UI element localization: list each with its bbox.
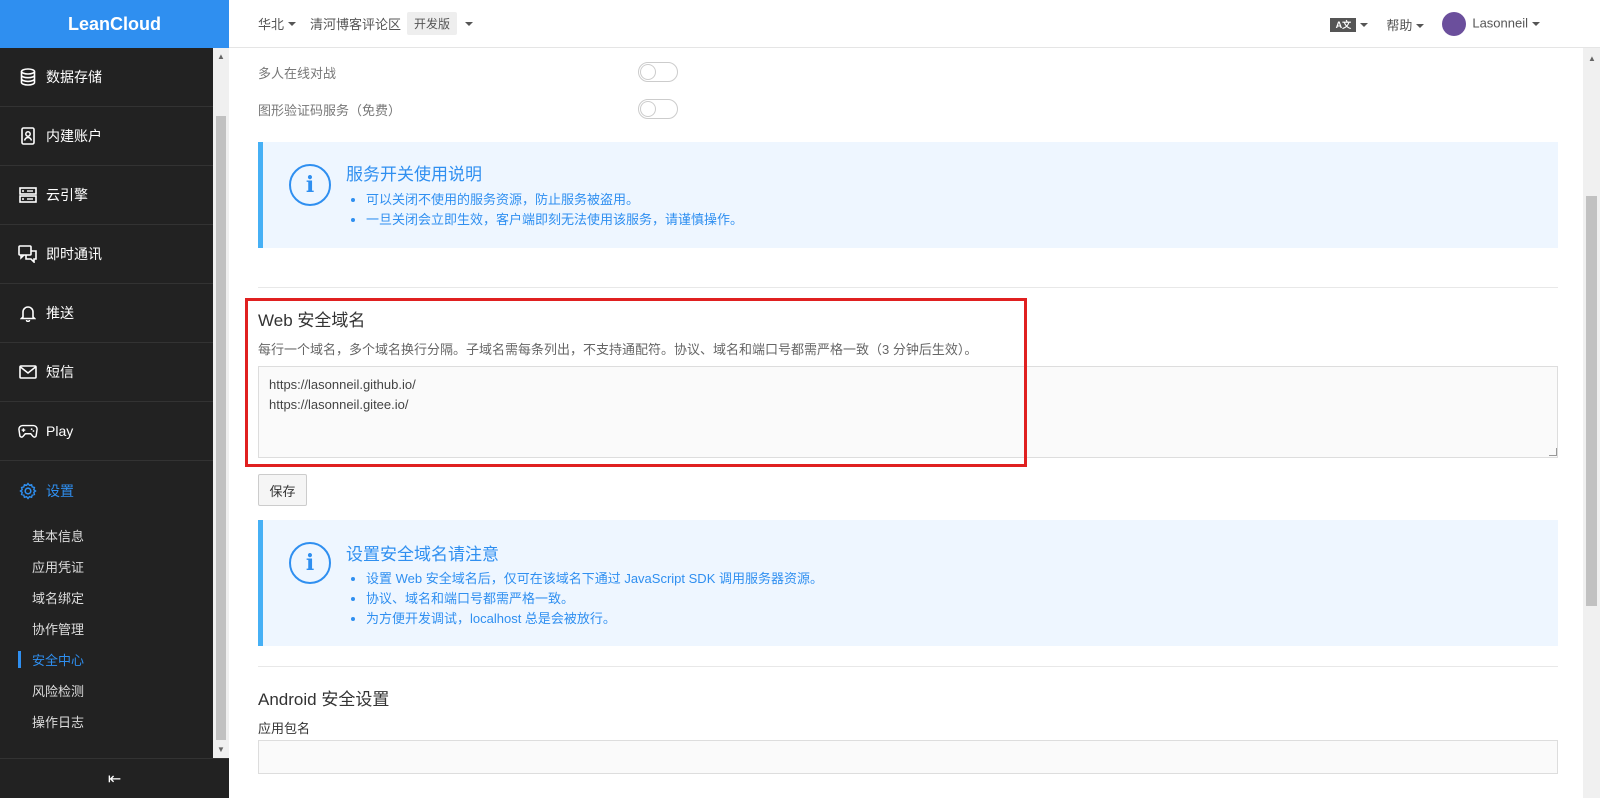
user-name: Lasonneil bbox=[1472, 15, 1528, 31]
sidebar-item-label: 设置 bbox=[46, 482, 74, 499]
sidebar-item-built-in-accounts[interactable]: 内建账户 bbox=[0, 107, 213, 166]
notice-item: 设置 Web 安全域名后，仅可在该域名下通过 JavaScript SDK 调用… bbox=[366, 569, 823, 589]
sidebar-item-label: 短信 bbox=[46, 364, 74, 380]
page-scrollbar[interactable]: ▲ bbox=[1583, 48, 1600, 798]
service-row-multiplayer: 多人在线对战 bbox=[258, 62, 678, 82]
top-bar: 华北 清河博客评论区 开发版 A文 帮助 Lasonneil bbox=[229, 0, 1600, 48]
account-book-icon bbox=[18, 126, 38, 146]
submenu-item-security-center[interactable]: 安全中心 bbox=[0, 644, 213, 675]
translate-icon: A文 bbox=[1330, 18, 1357, 32]
service-label: 图形验证码服务（免费） bbox=[258, 102, 402, 118]
scroll-up-arrow-icon[interactable]: ▲ bbox=[1588, 54, 1596, 63]
database-icon bbox=[18, 67, 38, 87]
settings-submenu: 基本信息 应用凭证 域名绑定 协作管理 安全中心 风险检测 操作日志 bbox=[0, 520, 213, 737]
region-label: 华北 bbox=[258, 17, 285, 32]
submenu-item-domain-binding[interactable]: 域名绑定 bbox=[0, 582, 213, 613]
user-menu[interactable]: Lasonneil bbox=[1442, 12, 1540, 36]
chevron-down-icon bbox=[465, 21, 474, 26]
save-button[interactable]: 保存 bbox=[258, 474, 307, 506]
scroll-up-arrow-icon[interactable]: ▲ bbox=[217, 52, 225, 61]
sidebar-scroll-thumb[interactable] bbox=[216, 116, 226, 740]
notice-list: 可以关闭不使用的服务资源，防止服务被盗用。 一旦关闭会立即生效，客户端即刻无法使… bbox=[366, 190, 743, 230]
help-label: 帮助 bbox=[1386, 17, 1413, 33]
sidebar-item-instant-messaging[interactable]: 即时通讯 bbox=[0, 225, 213, 284]
resize-grip-icon[interactable] bbox=[1549, 448, 1557, 456]
chevron-down-icon bbox=[1532, 22, 1540, 26]
collapse-left-icon: ⇤ bbox=[107, 770, 122, 788]
submenu-item-app-keys[interactable]: 应用凭证 bbox=[0, 551, 213, 582]
app-name: 清河博客评论区 bbox=[310, 17, 402, 32]
android-security-title: Android 安全设置 bbox=[258, 690, 390, 709]
divider bbox=[258, 666, 1558, 667]
scroll-down-arrow-icon[interactable]: ▼ bbox=[217, 745, 225, 754]
sidebar-item-play[interactable]: Play bbox=[0, 402, 213, 461]
submenu-item-basic-info[interactable]: 基本信息 bbox=[0, 520, 213, 551]
notice-item: 协议、域名和端口号都需严格一致。 bbox=[366, 589, 823, 609]
web-domain-description: 每行一个域名，多个域名换行分隔。子域名需每条列出，不支持通配符。协议、域名和端口… bbox=[258, 342, 978, 357]
web-domain-textarea[interactable]: https://lasonneil.github.io/ https://las… bbox=[258, 366, 1558, 458]
web-domain-title: Web 安全域名 bbox=[258, 311, 366, 330]
collapse-sidebar-button[interactable]: ⇤ bbox=[0, 758, 229, 798]
notice-item: 可以关闭不使用的服务资源，防止服务被盗用。 bbox=[366, 190, 743, 210]
chat-icon bbox=[18, 244, 38, 264]
sidebar-item-label: 即时通讯 bbox=[46, 246, 102, 262]
app-selector[interactable]: 清河博客评论区 开发版 bbox=[310, 12, 474, 35]
sidebar-item-sms[interactable]: 短信 bbox=[0, 343, 213, 402]
sidebar-item-push[interactable]: 推送 bbox=[0, 284, 213, 343]
notice-list: 设置 Web 安全域名后，仅可在该域名下通过 JavaScript SDK 调用… bbox=[366, 569, 823, 629]
server-icon bbox=[18, 185, 38, 205]
chevron-down-icon bbox=[288, 21, 297, 26]
main-content: 多人在线对战 图形验证码服务（免费） i 服务开关使用说明 可以关闭不使用的服务… bbox=[229, 48, 1583, 798]
help-menu[interactable]: 帮助 bbox=[1386, 15, 1425, 34]
sidebar-item-label: 云引擎 bbox=[46, 187, 88, 203]
sidebar: LeanCloud 数据存储 内建账户 云引擎 即时通讯 推送 短信 Play … bbox=[0, 0, 229, 798]
service-label: 多人在线对战 bbox=[258, 65, 337, 81]
service-row-captcha: 图形验证码服务（免费） bbox=[258, 99, 678, 119]
app-logo[interactable]: LeanCloud bbox=[0, 0, 229, 48]
multiplayer-toggle[interactable] bbox=[638, 62, 678, 82]
sidebar-item-label: 数据存储 bbox=[46, 69, 102, 85]
language-selector[interactable]: A文 bbox=[1330, 16, 1369, 32]
sidebar-item-label: Play bbox=[46, 423, 74, 439]
sidebar-item-settings[interactable]: 设置 bbox=[0, 461, 213, 520]
submenu-item-collaboration[interactable]: 协作管理 bbox=[0, 613, 213, 644]
mail-icon bbox=[18, 362, 38, 382]
top-right-menu: A文 帮助 Lasonneil bbox=[1330, 0, 1540, 48]
service-switch-notice: i 服务开关使用说明 可以关闭不使用的服务资源，防止服务被盗用。 一旦关闭会立即… bbox=[258, 142, 1558, 248]
info-icon: i bbox=[289, 164, 331, 206]
page-scroll-thumb[interactable] bbox=[1586, 196, 1597, 606]
region-selector[interactable]: 华北 bbox=[258, 14, 297, 33]
sidebar-scrollbar[interactable]: ▲ ▼ bbox=[213, 48, 229, 758]
package-name-label: 应用包名 bbox=[258, 721, 311, 736]
sidebar-item-label: 推送 bbox=[46, 305, 74, 321]
sidebar-item-label: 内建账户 bbox=[46, 128, 102, 144]
submenu-item-operation-log[interactable]: 操作日志 bbox=[0, 706, 213, 737]
notice-title: 服务开关使用说明 bbox=[346, 165, 482, 184]
avatar bbox=[1442, 12, 1467, 36]
gamepad-icon bbox=[18, 421, 38, 441]
chevron-down-icon bbox=[1360, 22, 1369, 27]
package-name-input[interactable] bbox=[258, 740, 1558, 774]
gear-icon bbox=[18, 481, 38, 501]
info-icon: i bbox=[289, 542, 331, 584]
plan-badge: 开发版 bbox=[407, 12, 458, 35]
domain-notice: i 设置安全域名请注意 设置 Web 安全域名后，仅可在该域名下通过 JavaS… bbox=[258, 520, 1558, 646]
chevron-down-icon bbox=[1416, 24, 1425, 29]
notice-title: 设置安全域名请注意 bbox=[346, 545, 499, 564]
notice-item: 一旦关闭会立即生效，客户端即刻无法使用该服务，请谨慎操作。 bbox=[366, 210, 743, 230]
sidebar-item-cloud-engine[interactable]: 云引擎 bbox=[0, 166, 213, 225]
captcha-toggle[interactable] bbox=[638, 99, 678, 119]
sidebar-nav: 数据存储 内建账户 云引擎 即时通讯 推送 短信 Play 设置 基本信息 应用… bbox=[0, 48, 213, 758]
bell-icon bbox=[18, 303, 38, 323]
submenu-item-risk-detection[interactable]: 风险检测 bbox=[0, 675, 213, 706]
sidebar-item-data-storage[interactable]: 数据存储 bbox=[0, 48, 213, 107]
divider bbox=[258, 287, 1558, 288]
notice-item: 为方便开发调试，localhost 总是会被放行。 bbox=[366, 609, 823, 629]
